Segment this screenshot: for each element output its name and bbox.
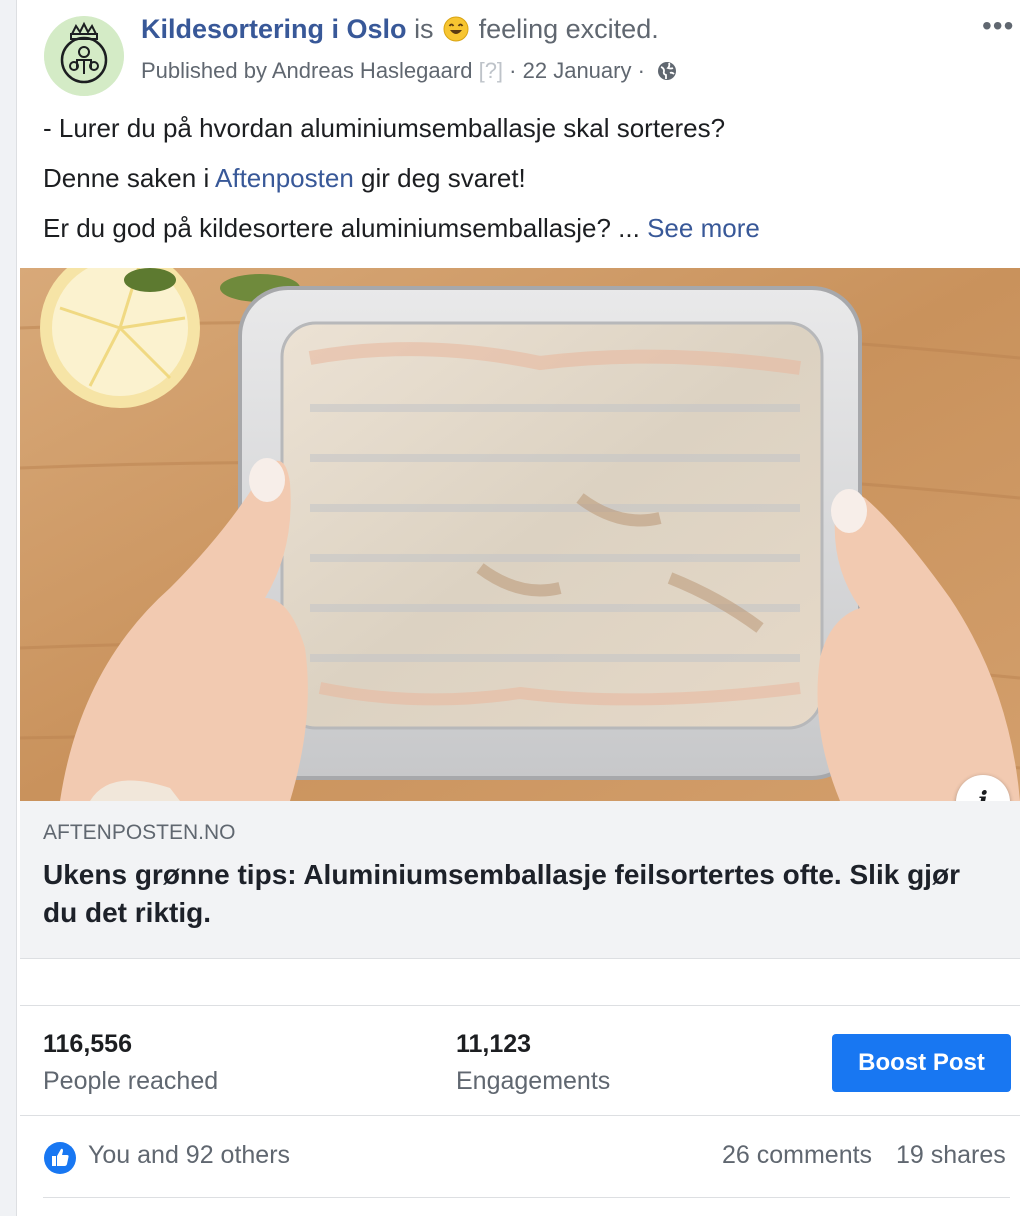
stats-top-divider xyxy=(20,1005,1020,1006)
page-left-border xyxy=(0,0,17,1216)
boost-post-button[interactable]: Boost Post xyxy=(832,1034,1011,1092)
comments-count[interactable]: 26 comments xyxy=(722,1141,872,1170)
post-meta: Published by Andreas Haslegaard [?] · 22… xyxy=(141,58,679,84)
kildesortering-logo-icon xyxy=(44,16,124,96)
people-reached-value: 116,556 xyxy=(43,1030,132,1058)
see-more-link[interactable]: See more xyxy=(647,213,760,243)
help-marker[interactable]: [?] xyxy=(479,58,503,83)
line2-suffix: gir deg svaret! xyxy=(353,163,526,193)
engagements-value: 11,123 xyxy=(456,1030,532,1058)
shares-count[interactable]: 19 shares xyxy=(896,1141,1006,1170)
aftenposten-link[interactable]: Aftenposten xyxy=(215,163,354,193)
like-icon xyxy=(44,1142,76,1174)
actions-top-divider xyxy=(43,1197,1010,1198)
link-title[interactable]: Ukens grønne tips: Aluminiumsemballasje … xyxy=(43,856,993,932)
aluminium-tray-photo xyxy=(20,268,1020,801)
globe-icon xyxy=(658,62,677,80)
line2-prefix: Denne saken i xyxy=(43,163,216,193)
line3-text: Er du god på kildesortere aluminiumsemba… xyxy=(43,213,648,243)
page-name-link[interactable]: Kildesortering i Oslo xyxy=(141,14,407,44)
post-header-title: Kildesortering i Oslo is feeling excited… xyxy=(141,14,659,45)
reactions-top-divider xyxy=(20,1115,1020,1116)
people-reached-label: People reached xyxy=(43,1067,219,1095)
reactions-summary[interactable]: You and 92 others xyxy=(88,1141,290,1170)
meta-separator: · xyxy=(509,58,517,83)
post-image[interactable] xyxy=(20,268,1020,801)
post-text-line-2: Denne saken i Aftenposten gir deg svaret… xyxy=(43,163,526,194)
more-options-icon[interactable]: ••• xyxy=(982,10,1014,42)
page-avatar[interactable] xyxy=(44,16,124,96)
smile-emoji-icon xyxy=(443,16,469,42)
feeling-text: feeling excited. xyxy=(478,14,659,44)
published-by: Published by Andreas Haslegaard xyxy=(141,58,473,83)
meta-separator-2: · xyxy=(637,58,645,83)
link-preview-card[interactable]: AFTENPOSTEN.NO Ukens grønne tips: Alumin… xyxy=(20,801,1020,959)
post-text-line-3: Er du god på kildesortere aluminiumsemba… xyxy=(43,213,760,244)
is-text: is xyxy=(414,14,434,44)
link-domain: AFTENPOSTEN.NO xyxy=(43,821,236,844)
engagements-label: Engagements xyxy=(456,1067,611,1095)
post-date[interactable]: 22 January xyxy=(523,58,632,83)
post-text-line-1: - Lurer du på hvordan aluminiumsemballas… xyxy=(43,113,726,143)
